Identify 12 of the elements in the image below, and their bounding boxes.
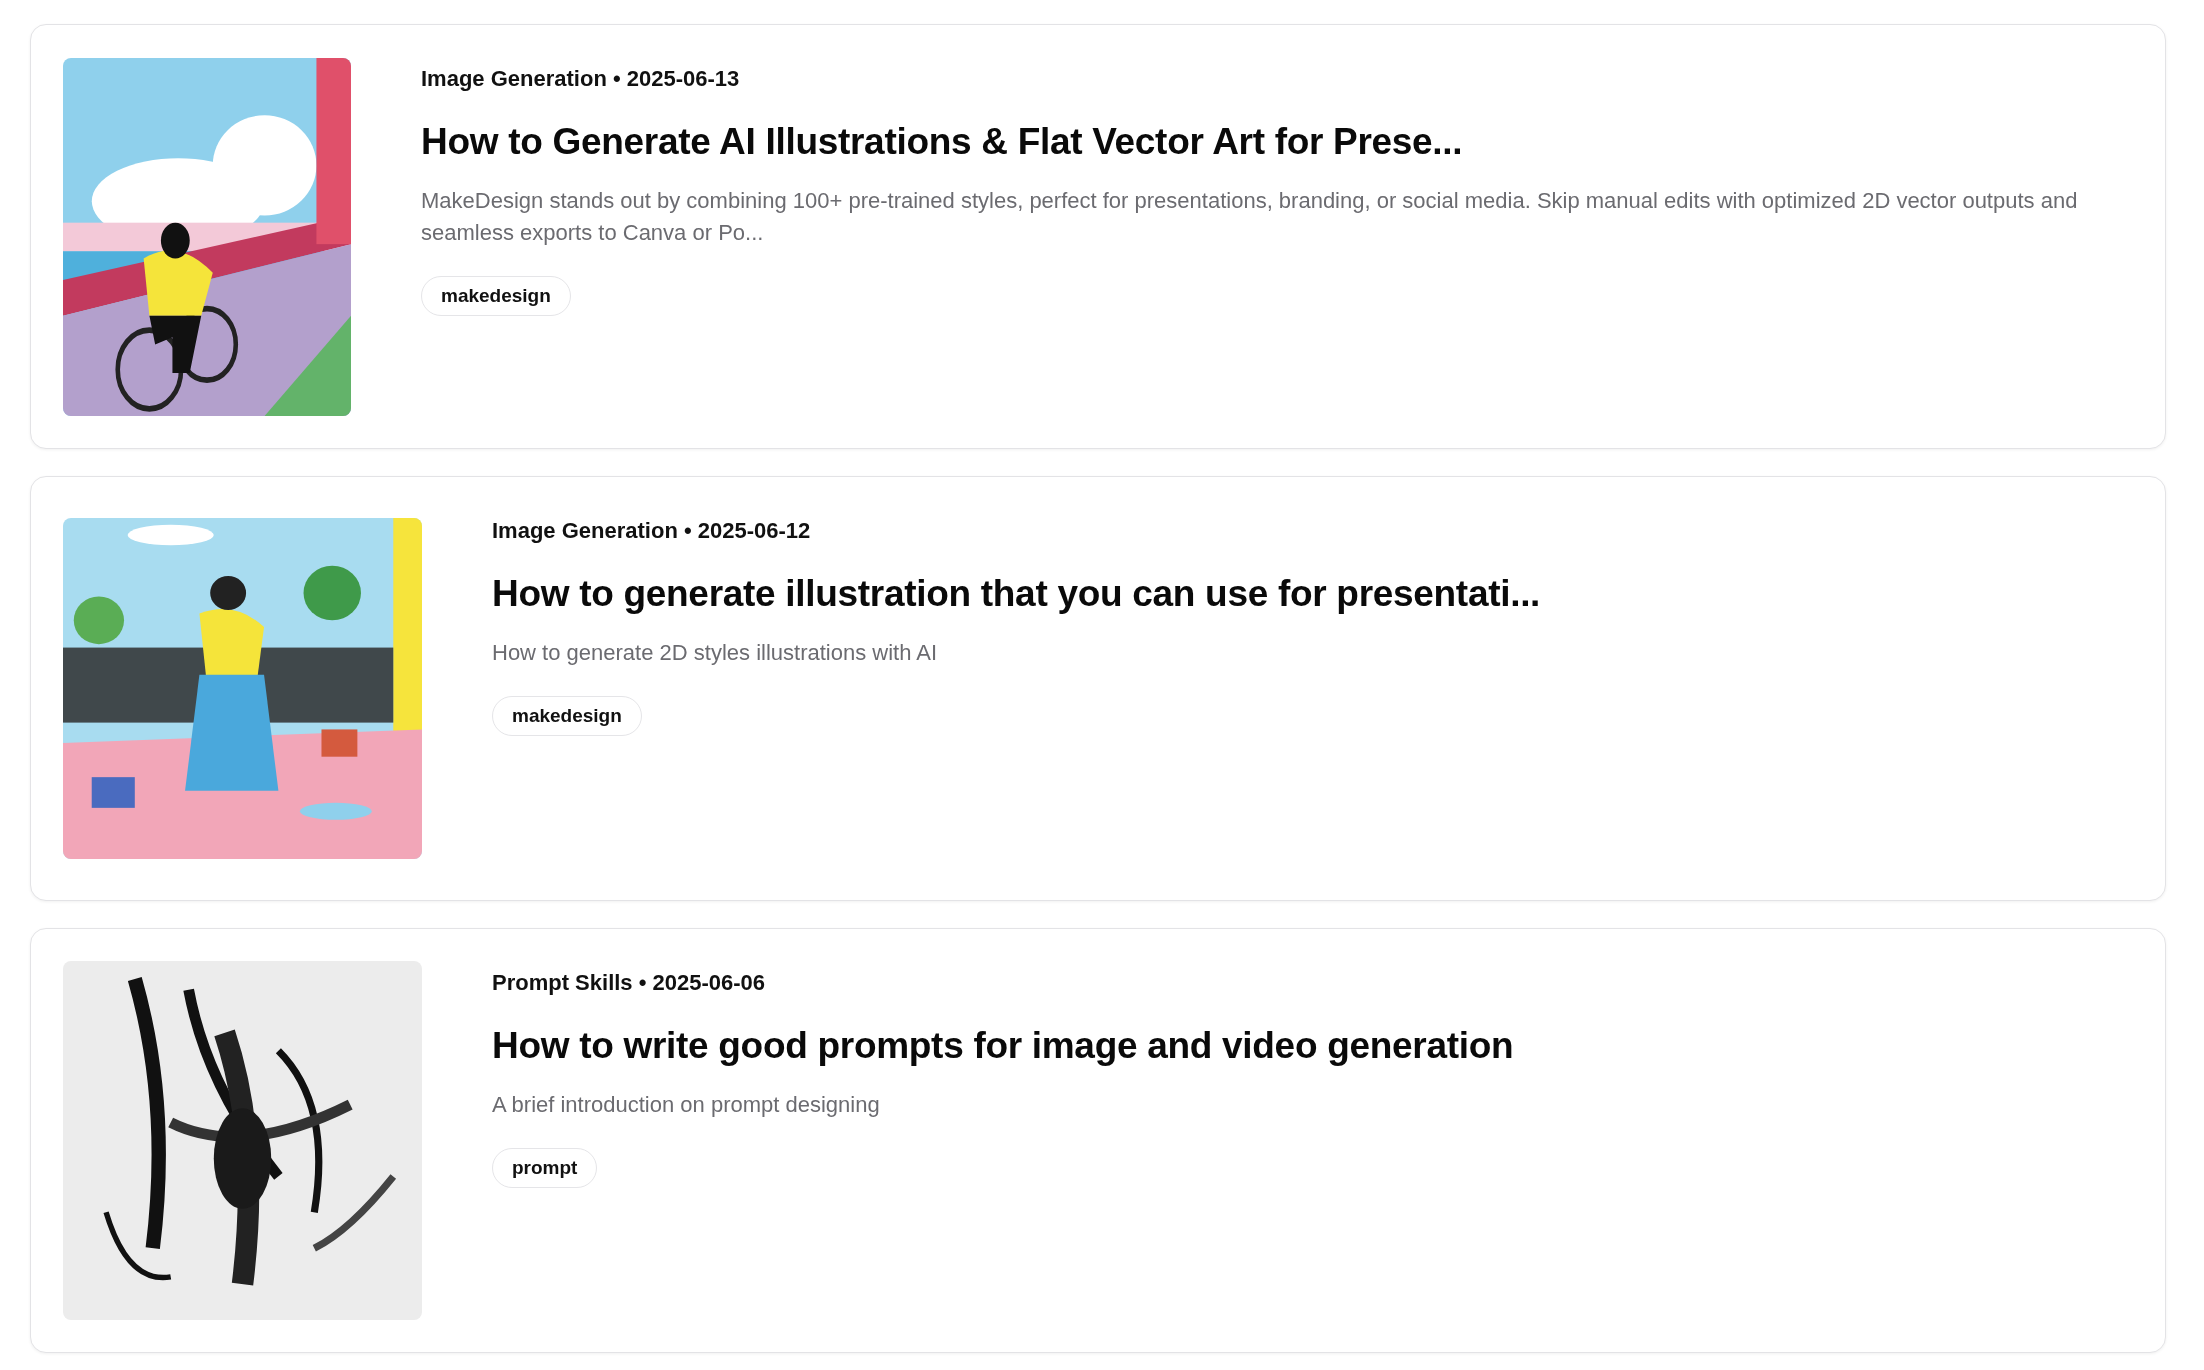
post-meta: Prompt Skills • 2025-06-06 bbox=[492, 969, 767, 997]
post-title[interactable]: How to Generate AI Illustrations & Flat Vector Art for Prese... bbox=[421, 118, 2133, 166]
post-card[interactable] bbox=[30, 24, 2166, 449]
post-meta: Image Generation • 2025-06-13 bbox=[421, 65, 741, 93]
post-title[interactable]: How to write good prompts for image and video generation bbox=[492, 1022, 2133, 1070]
post-description: A brief introduction on prompt designing bbox=[492, 1091, 881, 1119]
post-meta: Image Generation • 2025-06-12 bbox=[492, 517, 812, 545]
post-description: MakeDesign stands out by combining 100+ pre-trained styles, perfect for presentations, branding, or social media. Skip manual edits with optimized 2D vector outputs and seamless exports to Canva or Po... bbox=[421, 187, 2079, 247]
post-title[interactable]: How to generate illustration that you can use for presentati... bbox=[492, 570, 2133, 618]
post-description: How to generate 2D styles illustrations with AI bbox=[492, 639, 939, 667]
post-card[interactable]: Image Generation • 2025-06-12 How to generate illustration that you can use for presentati... How to generate 2D styles illustrations with AI makedesign bbox=[30, 476, 2166, 901]
post-card[interactable]: Prompt Skills • 2025-06-06 How to write good prompts for image and video generation A brief introduction on prompt designing prompt bbox=[30, 928, 2166, 1353]
